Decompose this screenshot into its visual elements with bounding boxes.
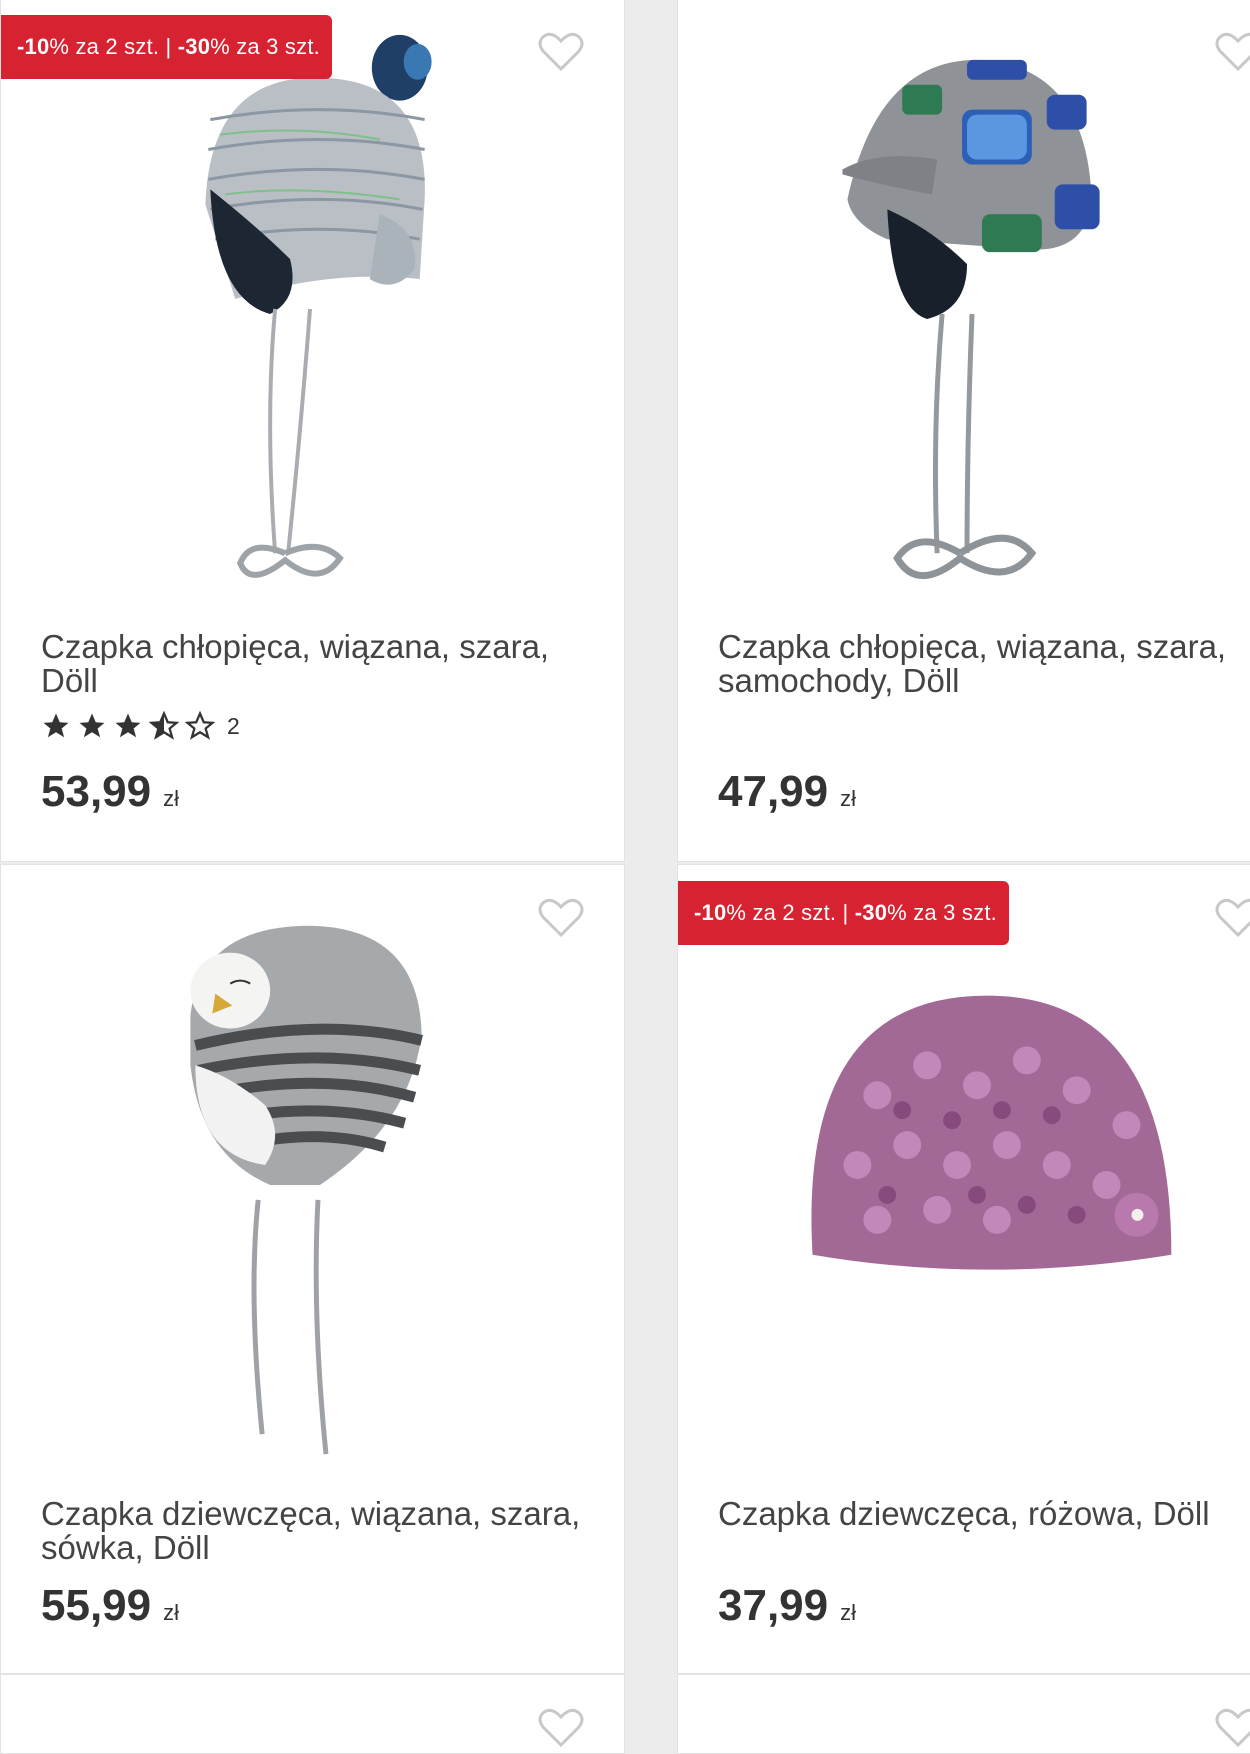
product-card[interactable]: Czapka chłopięca, wiązana, szara, samoch… bbox=[677, 0, 1250, 862]
product-image[interactable] bbox=[1, 865, 624, 1475]
product-title[interactable]: Czapka dziewczęca, wiązana, szara, sówka… bbox=[41, 1497, 604, 1565]
price-currency: zł bbox=[840, 786, 856, 811]
product-image[interactable] bbox=[678, 865, 1250, 1475]
heart-icon[interactable] bbox=[537, 29, 585, 73]
heart-icon[interactable] bbox=[1214, 1705, 1250, 1749]
promo-badge: -10% za 2 szt. | -30% za 3 szt. bbox=[678, 881, 1009, 945]
star-empty-icon bbox=[185, 711, 215, 740]
price-currency: zł bbox=[840, 1600, 856, 1625]
product-title[interactable]: Czapka chłopięca, wiązana, szara, Döll bbox=[41, 630, 604, 698]
rating-count: 2 bbox=[227, 712, 240, 739]
price: 37,99 zł bbox=[718, 1581, 856, 1631]
heart-icon[interactable] bbox=[537, 1705, 585, 1749]
product-title[interactable]: Czapka dziewczęca, różowa, Döll bbox=[718, 1497, 1250, 1531]
star-filled-icon bbox=[79, 713, 105, 738]
product-card[interactable] bbox=[677, 1674, 1250, 1754]
product-card[interactable]: Czapka dziewczęca, wiązana, szara, sówka… bbox=[0, 864, 625, 1674]
price-value: 47,99 bbox=[718, 767, 829, 816]
product-card[interactable] bbox=[0, 1674, 625, 1754]
star-filled-icon bbox=[115, 713, 141, 738]
product-image[interactable] bbox=[678, 0, 1250, 609]
price-currency: zł bbox=[163, 1600, 179, 1625]
product-card[interactable]: -10% za 2 szt. | -30% za 3 szt. Czapka d… bbox=[677, 864, 1250, 1674]
price-value: 37,99 bbox=[718, 1581, 829, 1630]
price-value: 55,99 bbox=[41, 1581, 152, 1630]
heart-icon[interactable] bbox=[1214, 895, 1250, 939]
promo-badge: -10% za 2 szt. | -30% za 3 szt. bbox=[1, 15, 332, 79]
rating: 2 bbox=[41, 711, 240, 741]
heart-icon[interactable] bbox=[1214, 29, 1250, 73]
star-filled-icon bbox=[43, 713, 69, 738]
product-grid: -10% za 2 szt. | -30% za 3 szt. Czapka c… bbox=[0, 0, 1250, 1754]
product-card[interactable]: -10% za 2 szt. | -30% za 3 szt. Czapka c… bbox=[0, 0, 625, 862]
price: 47,99 zł bbox=[718, 767, 856, 817]
star-half-icon bbox=[149, 711, 179, 740]
price: 55,99 zł bbox=[41, 1581, 179, 1631]
price: 53,99 zł bbox=[41, 767, 179, 817]
product-image[interactable] bbox=[1, 0, 624, 609]
product-title[interactable]: Czapka chłopięca, wiązana, szara, samoch… bbox=[718, 630, 1250, 698]
price-value: 53,99 bbox=[41, 767, 152, 816]
heart-icon[interactable] bbox=[537, 895, 585, 939]
price-currency: zł bbox=[163, 786, 179, 811]
